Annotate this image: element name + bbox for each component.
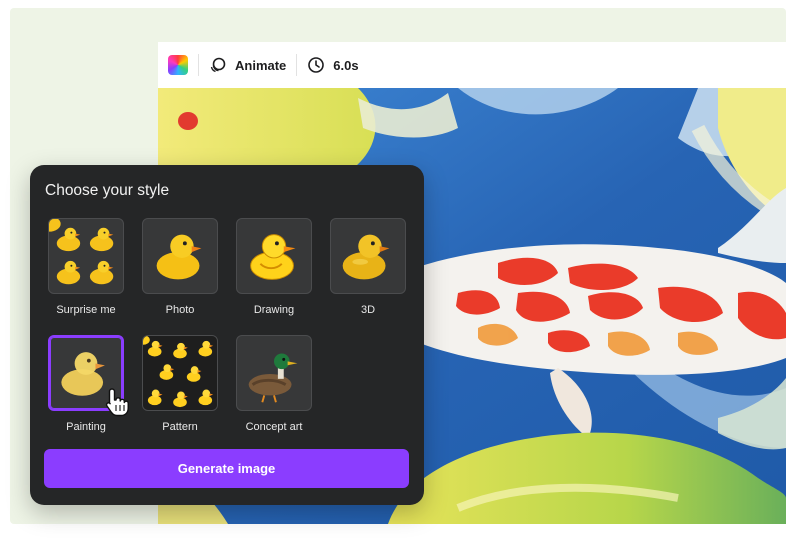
style-label: Painting — [66, 421, 106, 433]
rubber-duck-photo-icon — [156, 234, 202, 280]
rubber-duck-3d-icon — [342, 234, 390, 280]
style-tile-pattern[interactable] — [142, 335, 218, 411]
rubber-duck-drawing-icon — [250, 234, 296, 280]
clock-icon — [308, 57, 325, 73]
style-label: Concept art — [245, 421, 303, 433]
style-tile-surprise-me[interactable] — [48, 218, 124, 294]
style-picker-popup: Choose your style Surprise me Photo Draw… — [30, 165, 424, 505]
hand-pointer-cursor-icon — [105, 388, 129, 417]
generate-label: Generate image — [177, 461, 276, 476]
color-picker-icon[interactable] — [168, 55, 188, 75]
toolbar-divider — [296, 54, 298, 76]
style-tile-concept-art[interactable] — [236, 335, 312, 411]
generate-image-button[interactable]: Generate image — [44, 449, 409, 488]
editor-toolbar: Animate 6.0s — [158, 42, 786, 88]
style-tile-photo[interactable] — [142, 218, 218, 294]
popup-title: Choose your style — [45, 182, 170, 199]
toolbar-divider — [198, 54, 199, 76]
mallard-duck-icon — [248, 353, 298, 403]
style-label: Photo — [165, 304, 195, 316]
style-label: Pattern — [162, 421, 198, 433]
style-tile-drawing[interactable] — [236, 218, 312, 294]
animate-label: Animate — [235, 57, 287, 73]
duration-button[interactable]: 6.0s — [307, 56, 359, 74]
animate-button[interactable]: Animate — [209, 56, 286, 74]
style-label: Drawing — [253, 304, 295, 316]
rubber-duck-grid-icon — [49, 219, 114, 285]
style-label: 3D — [360, 304, 376, 316]
animate-icon — [210, 57, 226, 73]
style-tile-3d[interactable] — [330, 218, 406, 294]
style-label: Surprise me — [56, 304, 116, 316]
duration-label: 6.0s — [333, 57, 359, 73]
rubber-duck-pattern-icon — [143, 336, 217, 410]
